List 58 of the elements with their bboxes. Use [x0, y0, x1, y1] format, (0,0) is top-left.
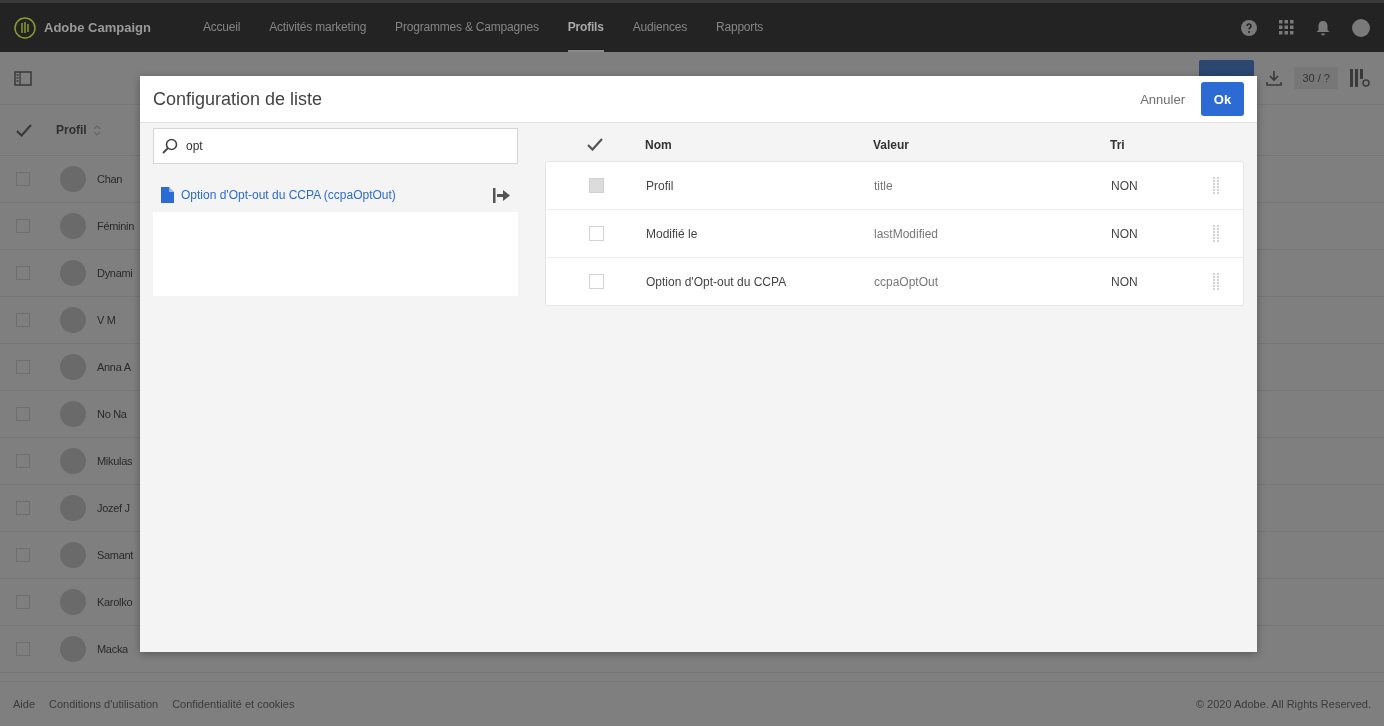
profile-name: Dynami	[97, 267, 133, 279]
profile-name: Mikulas	[97, 455, 133, 467]
drag-handle-icon[interactable]	[1213, 177, 1219, 194]
footer-link[interactable]: Conditions d'utilisation	[49, 698, 159, 710]
logo-icon	[14, 16, 36, 39]
column-header[interactable]: Profil	[56, 123, 87, 137]
column-settings-icon[interactable]	[1350, 69, 1370, 87]
document-icon	[161, 187, 174, 203]
column-header: Nom	[645, 137, 672, 152]
profile-name: Chan	[97, 173, 123, 185]
nav-tab[interactable]: Accueil	[202, 3, 241, 52]
profile-name: No Na	[97, 408, 127, 420]
field-name: Profil	[646, 178, 674, 193]
profile-name: Samant	[97, 549, 134, 561]
search-icon	[162, 138, 178, 154]
field-name: Modifié le	[646, 226, 698, 241]
check-icon[interactable]	[16, 123, 32, 137]
bell-icon[interactable]	[1316, 19, 1330, 36]
field-value: lastModified	[874, 226, 939, 241]
nav-tab[interactable]: Programmes & Campagnes	[395, 3, 539, 52]
profile-name: Anna A	[97, 361, 131, 373]
field-result-link[interactable]: Option d'Opt-out du CCPA (ccpaOptOut)	[181, 188, 396, 202]
nav-tab[interactable]: Audiences	[632, 3, 687, 52]
profile-name: V M	[97, 314, 116, 326]
app-name: Adobe Campaign	[44, 20, 151, 35]
sort-value: NON	[1111, 178, 1138, 193]
footer-link[interactable]: Aide	[13, 698, 36, 710]
profile-name: Karolko	[97, 596, 133, 608]
copyright: © 2020 Adobe. All Rights Reserved.	[1195, 698, 1371, 710]
cancel-button[interactable]: Annuler	[1134, 87, 1191, 111]
drag-handle-icon[interactable]	[1213, 273, 1219, 290]
nav-tab[interactable]: Activités marketing	[269, 3, 367, 52]
avatar-icon[interactable]	[1352, 18, 1370, 37]
download-icon[interactable]	[1266, 70, 1283, 86]
field-name: Option d'Opt-out du CCPA	[646, 274, 787, 289]
apps-grid-icon[interactable]	[1279, 20, 1294, 35]
ok-button[interactable]: Ok	[1201, 82, 1244, 116]
sort-value: NON	[1111, 226, 1138, 241]
dialog-title: Configuration de liste	[153, 88, 323, 110]
field-value: ccpaOptOut	[874, 274, 939, 289]
sidebar-toggle-icon[interactable]	[14, 70, 32, 86]
search-field[interactable]: opt	[153, 128, 518, 164]
page-count: 30 / ?	[1294, 67, 1338, 89]
drag-handle-icon[interactable]	[1213, 225, 1219, 242]
field-value: title	[874, 178, 893, 193]
column-header: Valeur	[873, 137, 910, 152]
check-icon[interactable]	[587, 138, 603, 151]
sort-icon[interactable]	[92, 123, 101, 137]
add-column-icon[interactable]	[493, 187, 510, 203]
profile-name: Féminin	[97, 220, 135, 232]
column-header: Tri	[1110, 137, 1125, 152]
nav-tab[interactable]: Rapports	[716, 3, 764, 52]
sort-value: NON	[1111, 274, 1138, 289]
footer-link[interactable]: Confidentialité et cookies	[172, 698, 295, 710]
profile-name: Jozef J	[97, 502, 130, 514]
profile-name: Macka	[97, 643, 128, 655]
nav-tab[interactable]: Profils	[567, 3, 604, 52]
help-icon[interactable]	[1241, 19, 1257, 36]
